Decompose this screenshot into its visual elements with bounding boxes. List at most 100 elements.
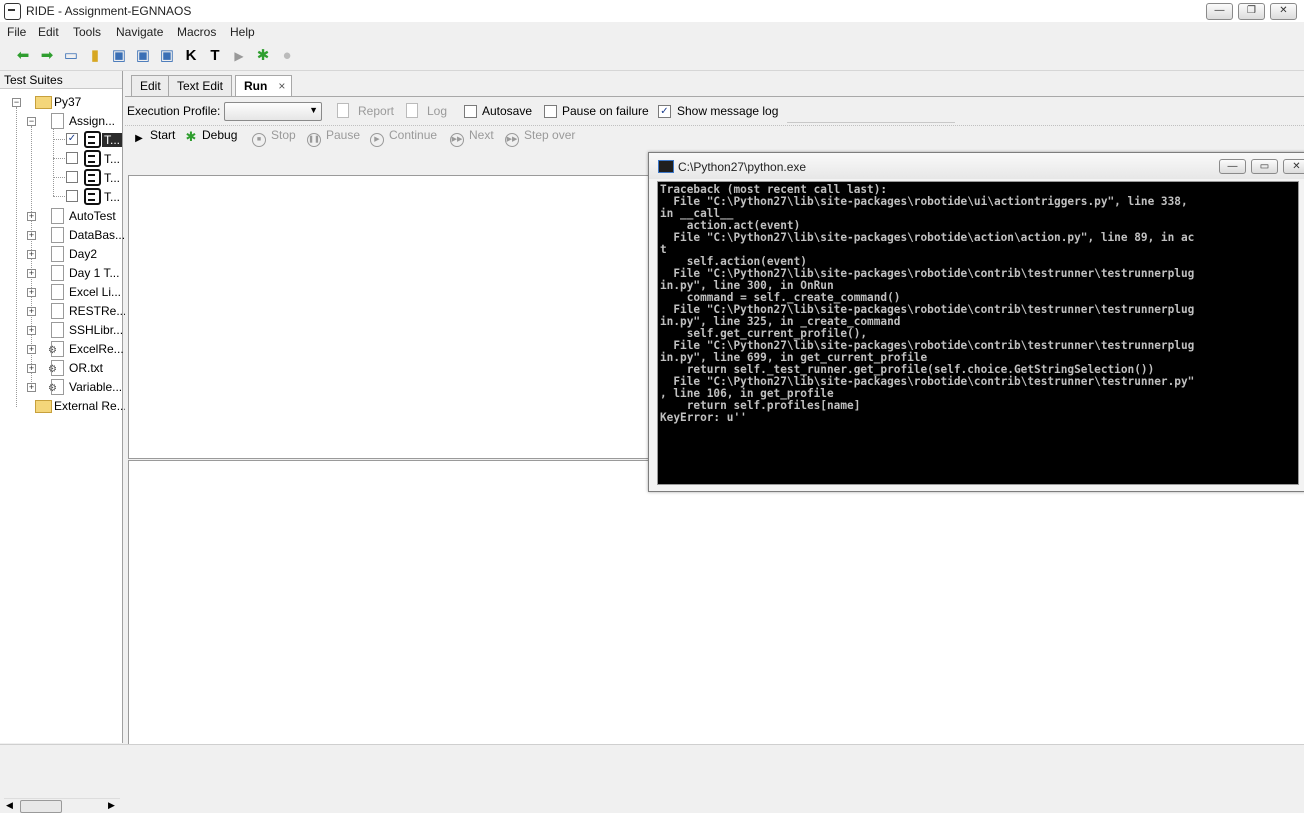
open-folder-icon[interactable]: ▭ (62, 47, 80, 65)
console-restore-button[interactable]: ▭ (1251, 159, 1278, 174)
restore-button[interactable]: ❐ (1238, 3, 1265, 20)
back-arrow-icon[interactable]: ⬅ (14, 47, 32, 65)
tree-item-suite[interactable]: + Excel Li... (0, 283, 121, 301)
save-icon[interactable]: ▣ (110, 47, 128, 65)
tree-item-test[interactable]: ✓ T... (0, 131, 123, 149)
scroll-right-icon[interactable]: ▶ (108, 800, 115, 811)
test-checkbox[interactable] (66, 171, 78, 183)
expand-icon[interactable]: + (27, 231, 36, 240)
tree-item-resource[interactable]: + OR.txt (0, 359, 120, 377)
console-close-button[interactable]: ✕ (1283, 159, 1304, 174)
tree-item-assignment[interactable]: − Assign... (0, 112, 120, 130)
log-button[interactable]: Log (427, 104, 447, 118)
tree-label: T... (104, 152, 121, 166)
test-checkbox[interactable]: ✓ (66, 133, 78, 145)
pause-on-failure-checkbox[interactable] (544, 105, 557, 118)
tree-item-external-resources[interactable]: External Re... (0, 397, 127, 415)
autosave-checkbox[interactable] (464, 105, 477, 118)
menu-edit[interactable]: Edit (38, 25, 59, 39)
step-over-button[interactable]: ▶▶ Step over (505, 128, 575, 147)
python-console-window[interactable]: C:\Python27\python.exe — ▭ ✕ Traceback (… (648, 152, 1304, 492)
tree-item-test[interactable]: T... (0, 150, 120, 168)
tree-item-suite[interactable]: + RESTRe... (0, 302, 126, 320)
tree-item-test[interactable]: T... (0, 188, 120, 206)
menu-macros[interactable]: Macros (177, 25, 216, 39)
tree-horizontal-scrollbar[interactable]: ◀ ▶ (4, 798, 120, 813)
tree-label: OR.txt (69, 361, 104, 375)
test-checkbox[interactable] (66, 152, 78, 164)
expand-icon[interactable]: + (27, 345, 36, 354)
save-all-icon[interactable]: ▣ (134, 47, 152, 65)
scroll-thumb[interactable] (20, 800, 62, 813)
expand-icon[interactable]: + (27, 212, 36, 221)
continue-button[interactable]: ▶ Continue (370, 128, 437, 147)
expand-icon[interactable]: + (27, 383, 36, 392)
debug-bug-icon[interactable]: ✱ (254, 47, 272, 65)
tab-edit[interactable]: Edit (131, 75, 170, 96)
status-bar (0, 744, 1304, 768)
pause-button[interactable]: ❚❚ Pause (307, 128, 360, 147)
console-output[interactable]: Traceback (most recent call last): File … (657, 181, 1299, 485)
tree-item-test[interactable]: T... (0, 169, 120, 187)
expand-icon[interactable]: + (27, 326, 36, 335)
keyword-search-icon[interactable]: K (182, 47, 200, 65)
test-suites-title: Test Suites (4, 73, 63, 87)
report-button[interactable]: Report (358, 104, 394, 118)
robot-test-icon (84, 188, 101, 205)
expand-icon[interactable]: + (27, 288, 36, 297)
tab-text-edit[interactable]: Text Edit (168, 75, 233, 96)
execution-profile-select[interactable]: ▼ (224, 102, 322, 121)
menu-file[interactable]: File (7, 25, 26, 39)
stop-button[interactable]: ■ Stop (252, 128, 296, 147)
tree-item-suite[interactable]: + DataBas... (0, 226, 125, 244)
menu-bar: File Edit Tools Navigate Macros Help (0, 22, 1304, 41)
reload-icon[interactable]: ▣ (158, 47, 176, 65)
tree-item-py37[interactable]: − Py37 (0, 93, 120, 111)
stop-icon: ■ (252, 133, 266, 147)
menu-tools[interactable]: Tools (73, 25, 101, 39)
close-tab-icon[interactable]: × (278, 76, 285, 96)
expand-icon[interactable]: + (27, 307, 36, 316)
open-directory-icon[interactable]: ▮ (86, 47, 104, 65)
expand-icon[interactable]: + (27, 269, 36, 278)
tab-run[interactable]: Run × (235, 75, 293, 97)
collapse-icon[interactable]: − (12, 98, 21, 107)
tree-item-suite[interactable]: + Day 1 T... (0, 264, 120, 282)
message-log-area[interactable] (128, 460, 1304, 745)
tree-label: T... (104, 171, 121, 185)
external-folder-icon (35, 400, 52, 413)
tree-item-resource[interactable]: + ExcelRe... (0, 340, 124, 358)
expand-icon[interactable]: + (27, 250, 36, 259)
text-search-icon[interactable]: T (206, 47, 224, 65)
forward-arrow-icon[interactable]: ➡ (38, 47, 56, 65)
tree-item-suite[interactable]: + AutoTest (0, 207, 120, 225)
minimize-button[interactable]: — (1206, 3, 1233, 20)
continue-icon: ▶ (370, 133, 384, 147)
stop-icon[interactable]: ● (278, 47, 296, 65)
robot-test-icon (84, 150, 101, 167)
debug-button[interactable]: ✱ Debug (185, 128, 238, 143)
tree-label: Py37 (54, 95, 82, 109)
scroll-left-icon[interactable]: ◀ (6, 800, 13, 811)
toolbar: ⬅ ➡ ▭ ▮ ▣ ▣ ▣ K T ▶ ✱ ● (0, 42, 1304, 71)
close-button[interactable]: ✕ (1270, 3, 1297, 20)
menu-help[interactable]: Help (230, 25, 255, 39)
traceback-text: Traceback (most recent call last): File … (660, 183, 1195, 424)
console-minimize-button[interactable]: — (1219, 159, 1246, 174)
report-icon[interactable] (337, 103, 349, 118)
log-icon[interactable] (406, 103, 418, 118)
menu-navigate[interactable]: Navigate (116, 25, 163, 39)
start-button[interactable]: ▶ Start (133, 128, 175, 145)
pause-on-failure-label: Pause on failure (562, 104, 649, 118)
tree-label: T... (102, 133, 123, 147)
tree-item-resource[interactable]: + Variable... (0, 378, 122, 396)
tree-item-suite[interactable]: + SSHLibr... (0, 321, 123, 339)
run-icon[interactable]: ▶ (230, 47, 248, 65)
collapse-icon[interactable]: − (27, 117, 36, 126)
test-checkbox[interactable] (66, 190, 78, 202)
expand-icon[interactable]: + (27, 364, 36, 373)
next-button[interactable]: ▶▶ Next (450, 128, 494, 147)
tree-item-suite[interactable]: + Day2 (0, 245, 120, 263)
show-message-log-checkbox[interactable]: ✓ (658, 105, 671, 118)
console-title-bar[interactable]: C:\Python27\python.exe — ▭ ✕ (649, 153, 1304, 179)
